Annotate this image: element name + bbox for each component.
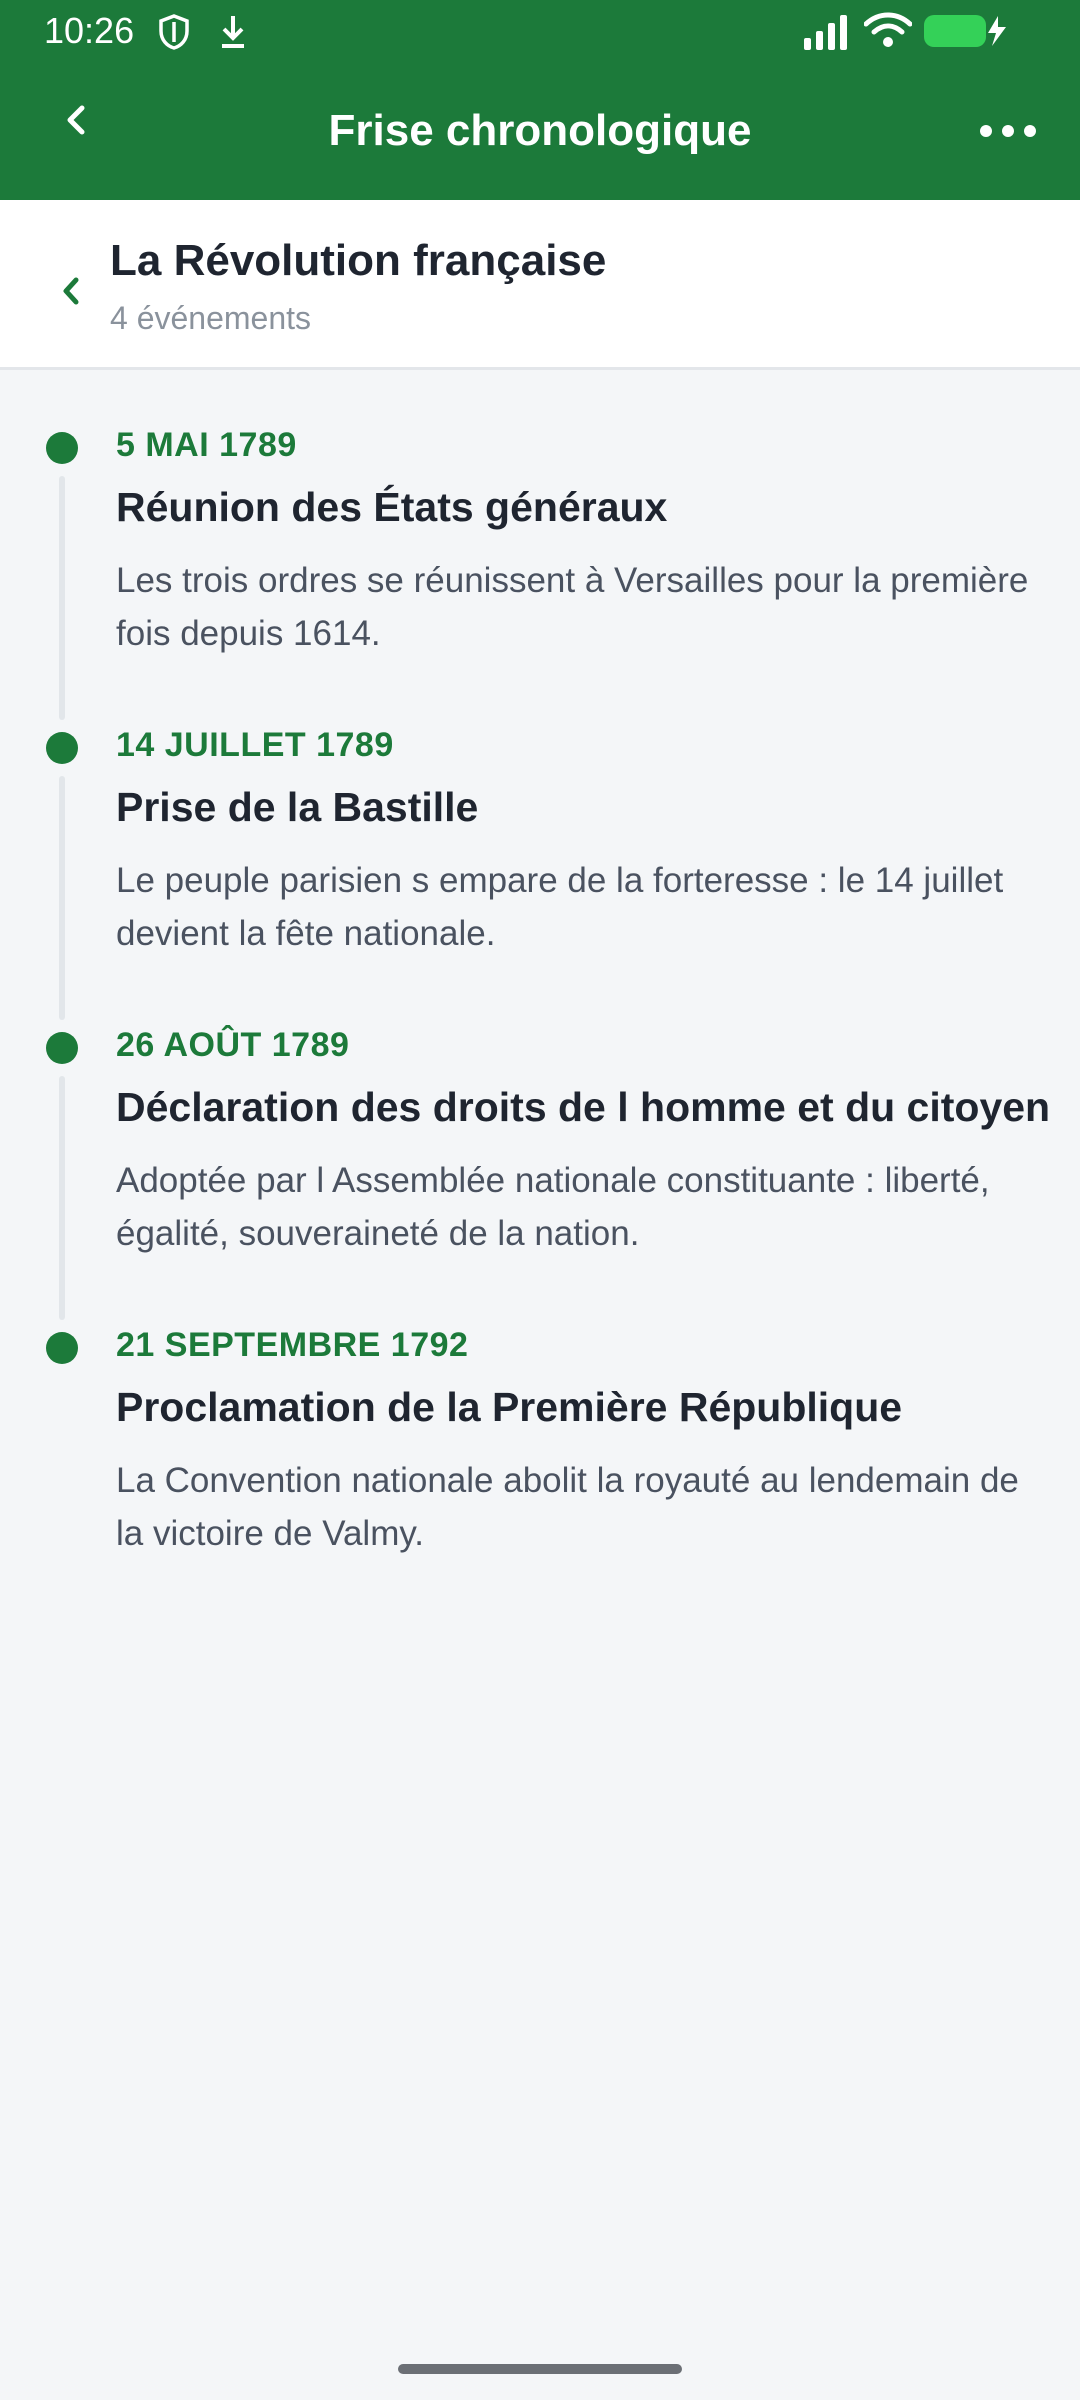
event-count: 4 événements [110,300,312,336]
timeline: 5 MAI 1789 Réunion des États généraux Le… [0,420,1080,1620]
event-title: Réunion des États généraux [116,484,668,530]
timeline-dot [46,1332,78,1364]
timeline-event[interactable]: 26 AOÛT 1789 Déclaration des droits de l… [0,1020,1080,1320]
chevron-left-icon [63,277,79,305]
more-button[interactable] [976,116,1040,146]
timeline-dot [46,432,78,464]
timeline-connector [59,476,65,720]
shield-icon [159,14,189,50]
timeline-connector [59,1076,65,1320]
event-date: 14 JUILLET 1789 [116,726,394,764]
event-date: 21 SEPTEMBRE 1792 [116,1326,469,1364]
event-title: Prise de la Bastille [116,784,479,830]
battery-charging-icon [924,15,1006,47]
event-title: Proclamation de la Première République [116,1384,903,1430]
section-back-button[interactable] [52,266,92,316]
timeline-event[interactable]: 5 MAI 1789 Réunion des États généraux Le… [0,420,1080,720]
timeline-dot [46,1032,78,1064]
section-header: La Révolution française 4 événements [0,200,1080,370]
timeline-dot [46,732,78,764]
status-bar: 10:26 [0,0,1080,62]
timeline-event[interactable]: 21 SEPTEMBRE 1792 Proclamation de la Pre… [0,1320,1080,1620]
event-description: Adoptée par l Assemblée nationale consti… [116,1161,990,1253]
home-indicator[interactable] [398,2364,682,2374]
more-horizontal-icon [980,125,1036,137]
event-description: La Convention nationale abolit la royaut… [116,1461,1019,1553]
event-title: Déclaration des droits de l homme et du … [116,1084,1051,1130]
event-description: Les trois ordres se réunissent à Versail… [116,561,1029,653]
timeline-event[interactable]: 14 JUILLET 1789 Prise de la Bastille Le … [0,720,1080,1020]
wifi-icon [864,12,912,47]
top-bar: 10:26 Frise chronologique [0,0,1080,200]
status-time: 10:26 [44,10,135,51]
event-date: 5 MAI 1789 [116,426,297,464]
timeline-connector [59,776,65,1020]
event-date: 26 AOÛT 1789 [116,1026,350,1064]
download-icon [222,16,244,48]
section-title: La Révolution française [110,236,607,285]
signal-icon [804,15,847,50]
event-description: Le peuple parisien s empare de la forter… [116,861,1004,953]
app-bar-title: Frise chronologique [328,106,752,155]
